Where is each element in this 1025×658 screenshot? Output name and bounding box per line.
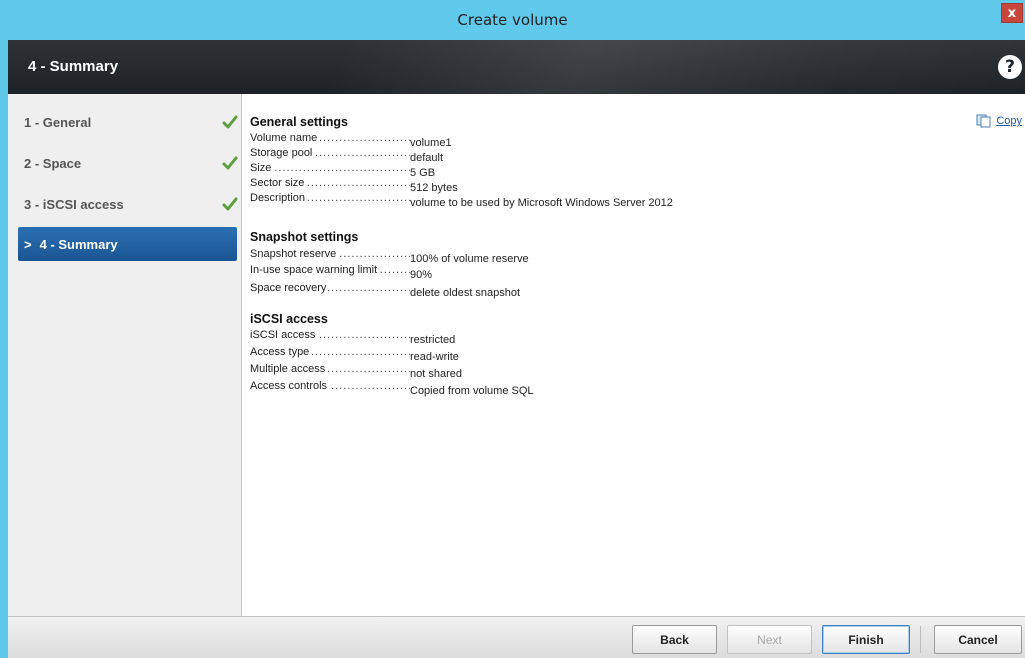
summary-row-space-recovery: Space recovery delete oldest snapshot <box>250 281 520 299</box>
row-label: Size <box>250 162 274 174</box>
summary-row-sector-size: Sector size512 bytes <box>250 176 458 194</box>
current-step-marker: > <box>24 236 32 252</box>
row-label: Space recovery <box>250 282 329 294</box>
nav-step-label: 1 - General <box>24 114 92 130</box>
summary-row-access-controls: Access controls Copied from volume SQL <box>250 379 534 397</box>
summary-row-snapshot-reserve: Snapshot reserve100% of volume reserve <box>250 247 529 265</box>
nav-step-space[interactable]: 2 - Space <box>18 146 242 180</box>
checkmark-icon <box>222 156 238 170</box>
checkmark-icon <box>222 197 238 211</box>
step-header: 4 - Summary ? <box>8 40 1025 94</box>
header-swoosh-decoration <box>319 40 1025 94</box>
summary-row-iscsi-access: iSCSI accessrestricted <box>250 328 455 346</box>
checkmark-icon <box>222 115 238 129</box>
row-label: Snapshot reserve <box>250 248 339 260</box>
back-button[interactable]: Back <box>632 625 717 654</box>
summary-row-multiple-access: Multiple accessnot shared <box>250 362 462 380</box>
section-title-iscsi: iSCSI access <box>250 312 328 326</box>
section-title-general: General settings <box>250 115 348 129</box>
row-label: Access type <box>250 346 312 358</box>
title-bar[interactable]: Create volume x <box>0 0 1025 40</box>
row-value: volume to be used by Microsoft Windows S… <box>410 197 673 209</box>
wizard-steps-nav: 1 - General 2 - Space 3 - iSCSI access > <box>8 94 242 616</box>
copy-label: Copy <box>996 115 1022 127</box>
window-title: Create volume <box>457 11 568 29</box>
finish-button[interactable]: Finish <box>822 625 910 654</box>
step-title: 4 - Summary <box>28 58 119 75</box>
row-label: Multiple access <box>250 363 328 375</box>
close-button[interactable]: x <box>1001 3 1023 23</box>
summary-content: Copy General settings Volume namevolume1… <box>250 94 1025 616</box>
nav-step-label: 2 - Space <box>24 155 82 171</box>
cancel-button[interactable]: Cancel <box>934 625 1022 654</box>
summary-row-size: Size5 GB <box>250 161 435 179</box>
summary-row-description: Description volume to be used by Microsof… <box>250 191 673 209</box>
summary-row-access-type: Access typeread-write <box>250 345 459 363</box>
copy-icon <box>976 114 991 128</box>
summary-row-storage-pool: Storage pooldefault <box>250 146 443 164</box>
summary-row-warning-limit: In-use space warning limit90% <box>250 263 432 281</box>
row-label: Storage pool <box>250 147 315 159</box>
wizard-body: 1 - General 2 - Space 3 - iSCSI access > <box>8 94 1025 616</box>
wizard-footer: Back Next Finish Cancel <box>8 616 1025 658</box>
footer-separator <box>920 626 921 653</box>
nav-step-label: 3 - iSCSI access <box>24 196 124 212</box>
row-label: iSCSI access <box>250 329 318 341</box>
row-label: Description <box>250 192 308 204</box>
nav-step-general[interactable]: 1 - General <box>18 105 242 139</box>
nav-step-label: 4 - Summary <box>39 236 118 252</box>
row-label: In-use space warning limit <box>250 264 380 276</box>
help-icon[interactable]: ? <box>998 55 1022 79</box>
create-volume-window: Create volume x 4 - Summary ? 1 - Genera… <box>0 0 1025 658</box>
copy-link[interactable]: Copy <box>976 114 1022 128</box>
row-label: Access controls <box>250 380 330 392</box>
row-label: Volume name <box>250 132 320 144</box>
next-button[interactable]: Next <box>727 625 812 654</box>
summary-row-volume-name: Volume namevolume1 <box>250 131 452 149</box>
section-title-snapshot: Snapshot settings <box>250 230 359 244</box>
row-value: delete oldest snapshot <box>410 287 521 299</box>
row-label: Sector size <box>250 177 307 189</box>
row-value: Copied from volume SQL <box>410 385 534 397</box>
nav-step-iscsi-access[interactable]: 3 - iSCSI access <box>18 187 242 221</box>
nav-step-summary[interactable]: > 4 - Summary <box>18 227 237 261</box>
